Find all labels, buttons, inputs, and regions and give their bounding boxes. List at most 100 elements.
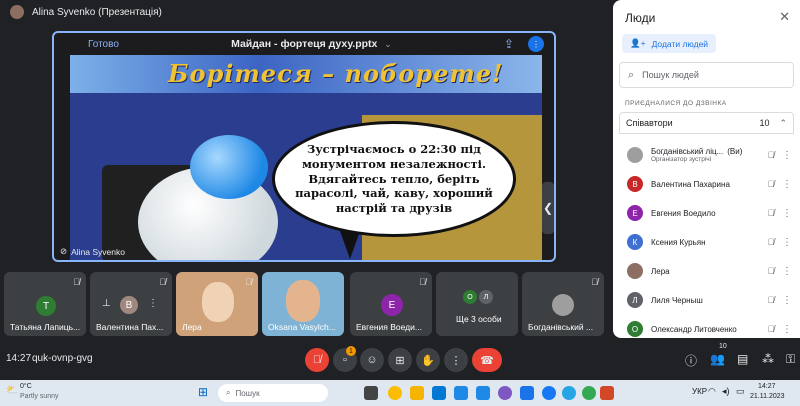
file-explorer-icon[interactable] <box>410 386 424 400</box>
activities-icon[interactable]: ⁂ <box>762 352 774 366</box>
chat-icon[interactable]: ▤ <box>737 352 748 366</box>
person-name: Лера <box>651 266 670 276</box>
person-name-block: Ксения Курьян <box>651 238 762 247</box>
powerpoint-icon[interactable] <box>600 386 614 400</box>
participant-tile[interactable]: 🎙̸ Богданівський ... <box>522 272 604 336</box>
mail-icon[interactable] <box>476 386 490 400</box>
more-icon[interactable]: ⋮ <box>780 179 794 190</box>
mic-off-icon[interactable]: 🎙̸ <box>762 295 780 305</box>
raise-hand-button[interactable]: ✋ <box>416 348 440 372</box>
pin-icon[interactable]: ⊥ <box>102 298 111 309</box>
more-icon[interactable]: ⋮ <box>780 208 794 219</box>
mic-off-icon: 🎙̸ <box>159 277 166 287</box>
more-icon[interactable]: ⋮ <box>780 150 794 161</box>
people-icon[interactable]: 👥 <box>710 352 725 366</box>
host-controls-icon[interactable]: ⚿ <box>786 352 795 367</box>
person-name-block: Евгения Воедило <box>651 209 762 218</box>
mic-off-icon[interactable]: 🎙̸ <box>762 237 780 247</box>
person-name-block: Лиля Черныш <box>651 296 762 305</box>
wifi-icon[interactable]: ◠ <box>708 386 716 397</box>
person-row[interactable]: Лера 🎙̸ ⋮ <box>619 256 794 286</box>
mic-off-icon: 🎙̸ <box>419 277 426 287</box>
taskbar-time[interactable]: 14:27 <box>758 383 776 390</box>
mic-toggle-button[interactable]: 🎙̸ <box>305 348 329 372</box>
battery-icon[interactable]: ▭ <box>736 386 745 397</box>
person-name: Лиля Черныш <box>651 295 703 305</box>
search-icon: ⌕ <box>628 68 635 81</box>
mic-off-icon[interactable]: 🎙̸ <box>762 150 780 160</box>
taskbar-date[interactable]: 21.11.2023 <box>750 393 785 400</box>
facebook-icon[interactable] <box>542 386 556 400</box>
mic-off-icon[interactable]: 🎙̸ <box>762 324 780 334</box>
participant-tile[interactable]: 🎙̸ T Татьяна Лапиць... <box>4 272 86 336</box>
telegram-icon[interactable] <box>562 386 576 400</box>
mic-off-icon[interactable]: 🎙̸ <box>762 179 780 189</box>
add-people-button[interactable]: 👤+ Додати людей <box>622 34 717 53</box>
person-row[interactable]: В Валентина Пахарина 🎙̸ ⋮ <box>619 169 794 199</box>
presenter-label: Alina Syvenko (Презентація) <box>32 6 162 18</box>
person-name-block: Лера <box>651 267 762 276</box>
leave-call-button[interactable]: ☎ <box>472 348 502 372</box>
language-indicator[interactable]: УКР <box>692 387 707 396</box>
emoji-button[interactable]: ☺ <box>360 348 384 372</box>
people-panel: Люди ✕ 👤+ Додати людей ⌕ Пошук людей ПРИ… <box>613 0 800 338</box>
avatar <box>552 294 574 316</box>
slide-headline: Борітеся – поборете! <box>168 59 504 88</box>
mic-off-icon: ⊘ <box>60 246 68 256</box>
weather-icon: ⛅ <box>6 385 19 396</box>
person-row[interactable]: О Олександр Литовченко 🎙̸ ⋮ <box>619 314 794 338</box>
share-icon[interactable]: ⇪ <box>504 37 514 51</box>
chevron-up-icon[interactable]: ⌃ <box>779 118 787 129</box>
mic-off-icon[interactable]: 🎙̸ <box>762 266 780 276</box>
presentation-stage: Готово Майдан - фортеця духу.pptx ⌄ ⇪ ⋮ … <box>52 31 556 262</box>
collaborators-group[interactable]: Співавтори 10 ⌃ <box>619 112 794 134</box>
close-icon[interactable]: ✕ <box>779 9 790 25</box>
tile-name: Oksana Vasylch... <box>268 322 336 332</box>
avatar: E <box>381 294 403 316</box>
person-row[interactable]: Е Евгения Воедило 🎙̸ ⋮ <box>619 198 794 228</box>
stage-presenter-name: Alina Syvenko <box>71 246 125 257</box>
more-icon[interactable]: ⋮ <box>780 324 794 335</box>
info-icon[interactable]: ⓘ <box>685 352 697 369</box>
more-icon[interactable]: ⋮ <box>780 266 794 277</box>
windows-start-icon[interactable]: ⊞ <box>198 385 208 399</box>
more-icon[interactable]: ⋮ <box>780 237 794 248</box>
collapse-tiles-button[interactable]: ❮ <box>542 182 554 234</box>
store-icon[interactable] <box>454 386 468 400</box>
participant-tile[interactable]: 🎙̸ Лера <box>176 272 258 336</box>
avatar: Е <box>627 205 643 221</box>
person-name: Ксения Курьян <box>651 237 706 247</box>
file-title-wrap[interactable]: Майдан - фортеця духу.pptx ⌄ <box>231 38 392 50</box>
participant-tile[interactable]: 🎙̸ ⊥ В ⋮ Валентина Пах... <box>90 272 172 336</box>
word-icon[interactable] <box>520 386 534 400</box>
more-options-button[interactable]: ⋮ <box>444 348 468 372</box>
taskbar-search[interactable]: ⌕ Пошук <box>218 384 328 402</box>
file-name[interactable]: Майдан - фортеця духу.pptx <box>231 38 377 50</box>
mic-off-icon[interactable]: 🎙̸ <box>762 208 780 218</box>
video-feed <box>286 280 320 322</box>
task-view-icon[interactable] <box>364 386 378 400</box>
volume-icon[interactable]: ◂) <box>722 386 730 397</box>
person-row[interactable]: Л Лиля Черныш 🎙̸ ⋮ <box>619 285 794 315</box>
viber-icon[interactable] <box>498 386 512 400</box>
person-role: Організатор зустрічі <box>651 156 712 163</box>
participant-tile[interactable]: 🎙̸ E Евгения Воеди... <box>350 272 432 336</box>
present-button[interactable]: ⊞ <box>388 348 412 372</box>
stage-actions: ⇪ ⋮ <box>504 36 544 52</box>
chrome-icon[interactable] <box>582 386 596 400</box>
person-row[interactable]: Богданівський ліц... (Ви) Організатор зуст… <box>619 140 794 170</box>
avatar: В <box>120 296 138 314</box>
more-icon[interactable]: ⋮ <box>148 298 158 309</box>
avatar: Л <box>479 290 493 304</box>
chrome-icon[interactable] <box>388 386 402 400</box>
options-icon[interactable]: ⋮ <box>527 36 544 52</box>
search-people-input[interactable]: ⌕ Пошук людей <box>619 62 794 88</box>
tile-name: Валентина Пах... <box>96 322 164 332</box>
more-participants-tile[interactable]: O Л Ще 3 особи <box>436 272 518 336</box>
participant-tile[interactable]: Oksana Vasylch... <box>262 272 344 336</box>
slide: Борітеся – поборете! Зустрічаємось о 22:… <box>70 55 542 260</box>
person-row[interactable]: К Ксения Курьян 🎙̸ ⋮ <box>619 227 794 257</box>
more-icon[interactable]: ⋮ <box>780 295 794 306</box>
edge-icon[interactable] <box>432 386 446 400</box>
chevron-down-icon[interactable]: ⌄ <box>384 39 392 49</box>
